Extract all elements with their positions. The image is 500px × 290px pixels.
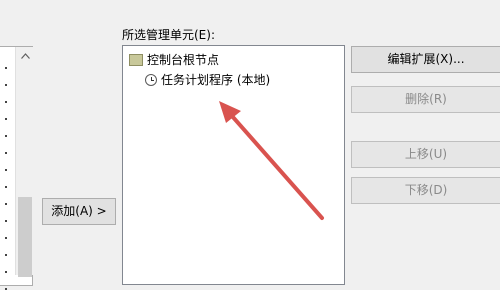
add-button[interactable]: 添加(A) > xyxy=(42,198,116,225)
folder-icon xyxy=(129,53,143,66)
scrollbar-thumb[interactable] xyxy=(18,197,32,277)
edit-extensions-button[interactable]: 编辑扩展(X)... xyxy=(351,46,500,73)
tree-item-label: 控制台根节点 xyxy=(147,53,220,67)
tree-item-task-scheduler[interactable]: 任务计划程序 (本地) xyxy=(145,71,270,89)
move-up-button[interactable]: 上移(U) xyxy=(351,141,500,168)
available-list-scrollbar[interactable] xyxy=(15,47,34,277)
tree-item-console-root[interactable]: 控制台根节点 xyxy=(129,51,219,69)
scroll-up-icon[interactable] xyxy=(21,53,30,59)
selected-snapins-label: 所选管理单元(E): xyxy=(122,28,215,42)
move-down-button[interactable]: 下移(D) xyxy=(351,177,500,204)
remove-button[interactable]: 删除(R) xyxy=(351,86,500,113)
clock-icon xyxy=(145,73,157,86)
selected-snapins-tree[interactable]: 控制台根节点 任务计划程序 (本地) xyxy=(122,45,345,285)
tree-item-label: 任务计划程序 (本地) xyxy=(161,73,271,87)
tree-connector-dots xyxy=(5,67,9,290)
